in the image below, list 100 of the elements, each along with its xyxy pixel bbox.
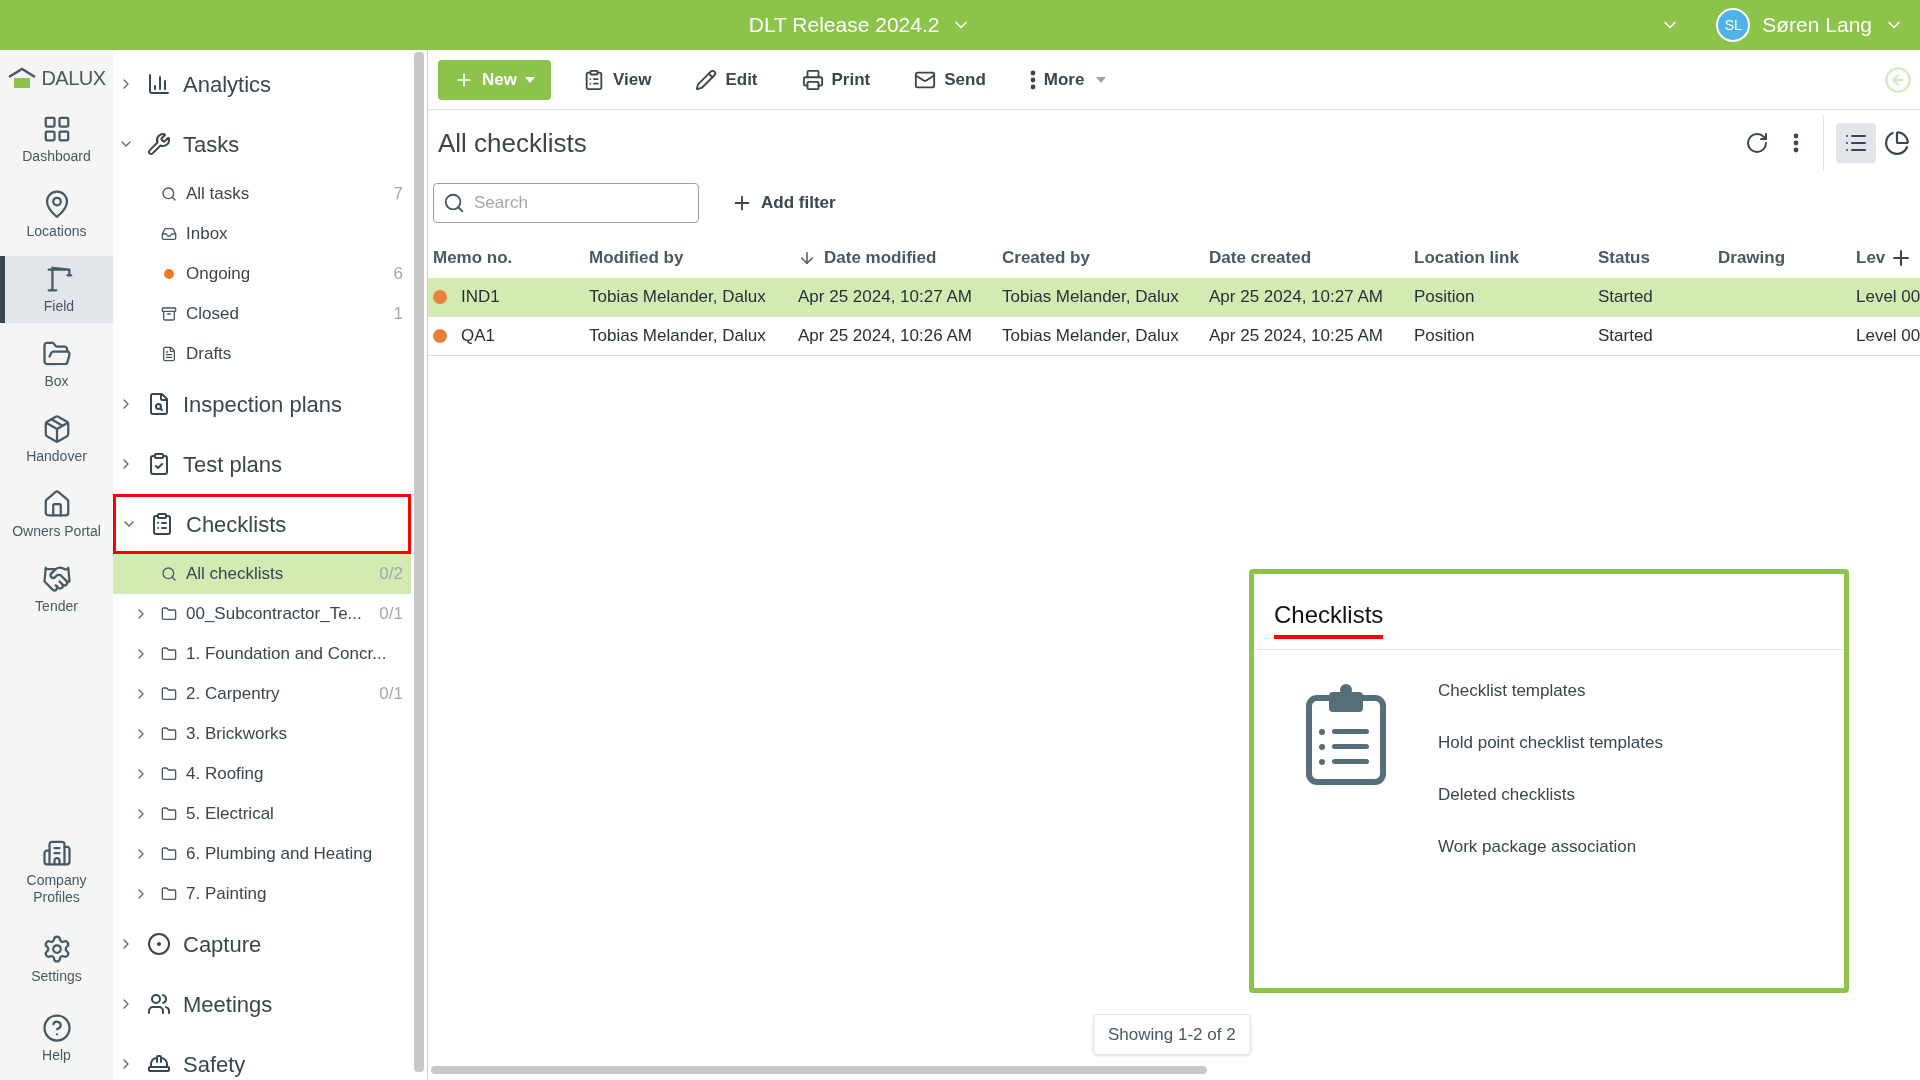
nav-subitem[interactable]: 5. Electrical: [113, 794, 411, 834]
toolbar-button[interactable]: Print: [789, 59, 883, 100]
nav-section-header[interactable]: Meetings: [113, 974, 411, 1034]
dropdown-caret-icon: [1096, 76, 1107, 83]
column-header[interactable]: Date created: [1204, 245, 1409, 271]
page-title: All checklists: [438, 126, 588, 160]
column-header[interactable]: Modified by: [584, 245, 793, 271]
tender-icon: [41, 564, 72, 594]
toolbar-button[interactable]: Edit: [683, 59, 770, 100]
panel-link[interactable]: Hold point checklist templates: [1438, 732, 1663, 754]
sort-arrow-icon: [798, 249, 816, 267]
nav-subitem[interactable]: 7. Painting: [113, 874, 411, 914]
panel-title: Checklists: [1274, 597, 1384, 639]
list-view-button[interactable]: [1836, 123, 1876, 163]
table-cell-text: Position: [1414, 325, 1475, 348]
count-label: 0/2: [379, 563, 403, 586]
folder-icon: [161, 646, 177, 662]
nav-section-header[interactable]: Checklists: [113, 494, 411, 554]
refresh-icon[interactable]: [1745, 131, 1769, 155]
nav-section-header[interactable]: Tasks: [113, 114, 411, 174]
nav-subitem[interactable]: 00_Subcontractor_Te... 0/1: [113, 594, 411, 634]
nav-subitem[interactable]: Inbox: [113, 214, 411, 254]
nav-section-header[interactable]: Test plans: [113, 434, 411, 494]
table-row[interactable]: QA1 Tobias Melander, Dalux Apr 25 2024, 10:26 AM Tobias Melander, Dalux Apr 25 2024, 10:25 AM Position Started Level 00: [428, 317, 1920, 356]
nav-section-header[interactable]: Inspection plans: [113, 374, 411, 434]
result-count-label: Showing 1-2 of 2: [1093, 1013, 1251, 1055]
clipboard-list-icon: [1305, 682, 1387, 786]
logo-text: DALUX: [41, 66, 106, 91]
nav-section-header[interactable]: Safety: [113, 1034, 411, 1080]
search-icon: [161, 186, 177, 202]
column-header[interactable]: Memo no.: [428, 245, 584, 271]
nav-subitem[interactable]: All tasks 7: [113, 174, 411, 214]
nav-subitem[interactable]: 4. Roofing: [113, 754, 411, 794]
table-cell-text: Apr 25 2024, 10:25 AM: [1209, 325, 1383, 348]
column-header[interactable]: Lev: [1851, 245, 1920, 271]
rail-nav-item[interactable]: Field: [0, 256, 113, 323]
rail-nav-item[interactable]: Company Profiles: [0, 830, 113, 914]
column-header[interactable]: Location link: [1409, 245, 1593, 271]
toolbar-button[interactable]: Send: [902, 59, 998, 100]
panel-link[interactable]: Checklist templates: [1438, 680, 1663, 702]
pencil-icon: [695, 68, 718, 91]
column-header[interactable]: Drawing: [1713, 245, 1851, 271]
dropdown-caret-icon: [524, 76, 535, 83]
table-cell-text: Tobias Melander, Dalux: [1002, 286, 1179, 309]
panel-link[interactable]: Deleted checklists: [1438, 784, 1663, 806]
table-cell-text: Tobias Melander, Dalux: [1002, 325, 1179, 348]
column-header[interactable]: Date modified: [793, 245, 997, 271]
table-row[interactable]: IND1 Tobias Melander, Dalux Apr 25 2024, 10:27 AM Tobias Melander, Dalux Apr 25 2024, 10:27 AM Position Started Level 00: [428, 278, 1920, 317]
folder-icon: [161, 766, 177, 782]
table-cell-text: Tobias Melander, Dalux: [589, 286, 766, 309]
clipboard-list-icon: [150, 512, 174, 536]
rail-nav-item[interactable]: Tender: [0, 556, 113, 623]
table-cell-text: Apr 25 2024, 10:27 AM: [1209, 286, 1383, 309]
clipboard-check-icon: [147, 452, 171, 476]
table-cell-text: Tobias Melander, Dalux: [589, 325, 766, 348]
rail-nav-item[interactable]: Settings: [0, 926, 113, 993]
nav-subitem[interactable]: 1. Foundation and Concr...: [113, 634, 411, 674]
rail-nav-item[interactable]: Locations: [0, 181, 113, 248]
count-label: 0/1: [379, 683, 403, 706]
panel-link[interactable]: Work package association: [1438, 836, 1663, 858]
count-label: 6: [393, 263, 403, 286]
folder-icon: [161, 686, 177, 702]
rail-nav-item[interactable]: Owners Portal: [0, 481, 113, 548]
nav-subitem[interactable]: Drafts: [113, 334, 411, 374]
table-cell-text: Apr 25 2024, 10:26 AM: [798, 325, 972, 348]
nav-subitem[interactable]: 6. Plumbing and Heating: [113, 834, 411, 874]
clipboard-search-icon: [147, 392, 171, 416]
help-icon: [41, 1013, 72, 1043]
folder-icon: [161, 726, 177, 742]
table-cell-text: IND1: [461, 286, 500, 309]
rail-nav-item[interactable]: Help: [0, 1005, 113, 1072]
bar-chart-icon: [147, 72, 171, 96]
nav-subitem[interactable]: 3. Brickworks: [113, 714, 411, 754]
search-field[interactable]: Search: [433, 183, 699, 223]
column-header[interactable]: Created by: [997, 245, 1204, 271]
count-label: 7: [393, 183, 403, 206]
rail-nav-item[interactable]: Handover: [0, 406, 113, 473]
toolbar-button[interactable]: View: [570, 59, 664, 100]
rail-nav-item[interactable]: Dashboard: [0, 106, 113, 173]
nav-subitem[interactable]: Closed 1: [113, 294, 411, 334]
nav-section-header[interactable]: Capture: [113, 914, 411, 974]
more-icon[interactable]: [1793, 133, 1799, 153]
search-icon: [161, 566, 177, 582]
folder-icon: [161, 606, 177, 622]
pie-chart-icon[interactable]: [1884, 130, 1910, 156]
nav-subitem[interactable]: Ongoing 6: [113, 254, 411, 294]
nav-subitem[interactable]: All checklists 0/2: [113, 554, 411, 594]
scrollbar[interactable]: [414, 52, 424, 1072]
table-cell-text: Started: [1598, 286, 1653, 309]
add-filter-button[interactable]: Add filter: [731, 190, 836, 216]
horizontal-scrollbar[interactable]: [431, 1066, 1207, 1074]
rail-nav-item[interactable]: Box: [0, 331, 113, 398]
column-header[interactable]: Status: [1593, 245, 1713, 271]
archive-icon: [161, 306, 177, 322]
toolbar-button[interactable]: More: [1017, 59, 1119, 100]
nav-subitem[interactable]: 2. Carpentry 0/1: [113, 674, 411, 714]
record-icon: [147, 932, 171, 956]
nav-section-header[interactable]: Analytics: [113, 54, 411, 114]
folder-icon: [161, 806, 177, 822]
table-cell-text: QA1: [461, 325, 496, 348]
